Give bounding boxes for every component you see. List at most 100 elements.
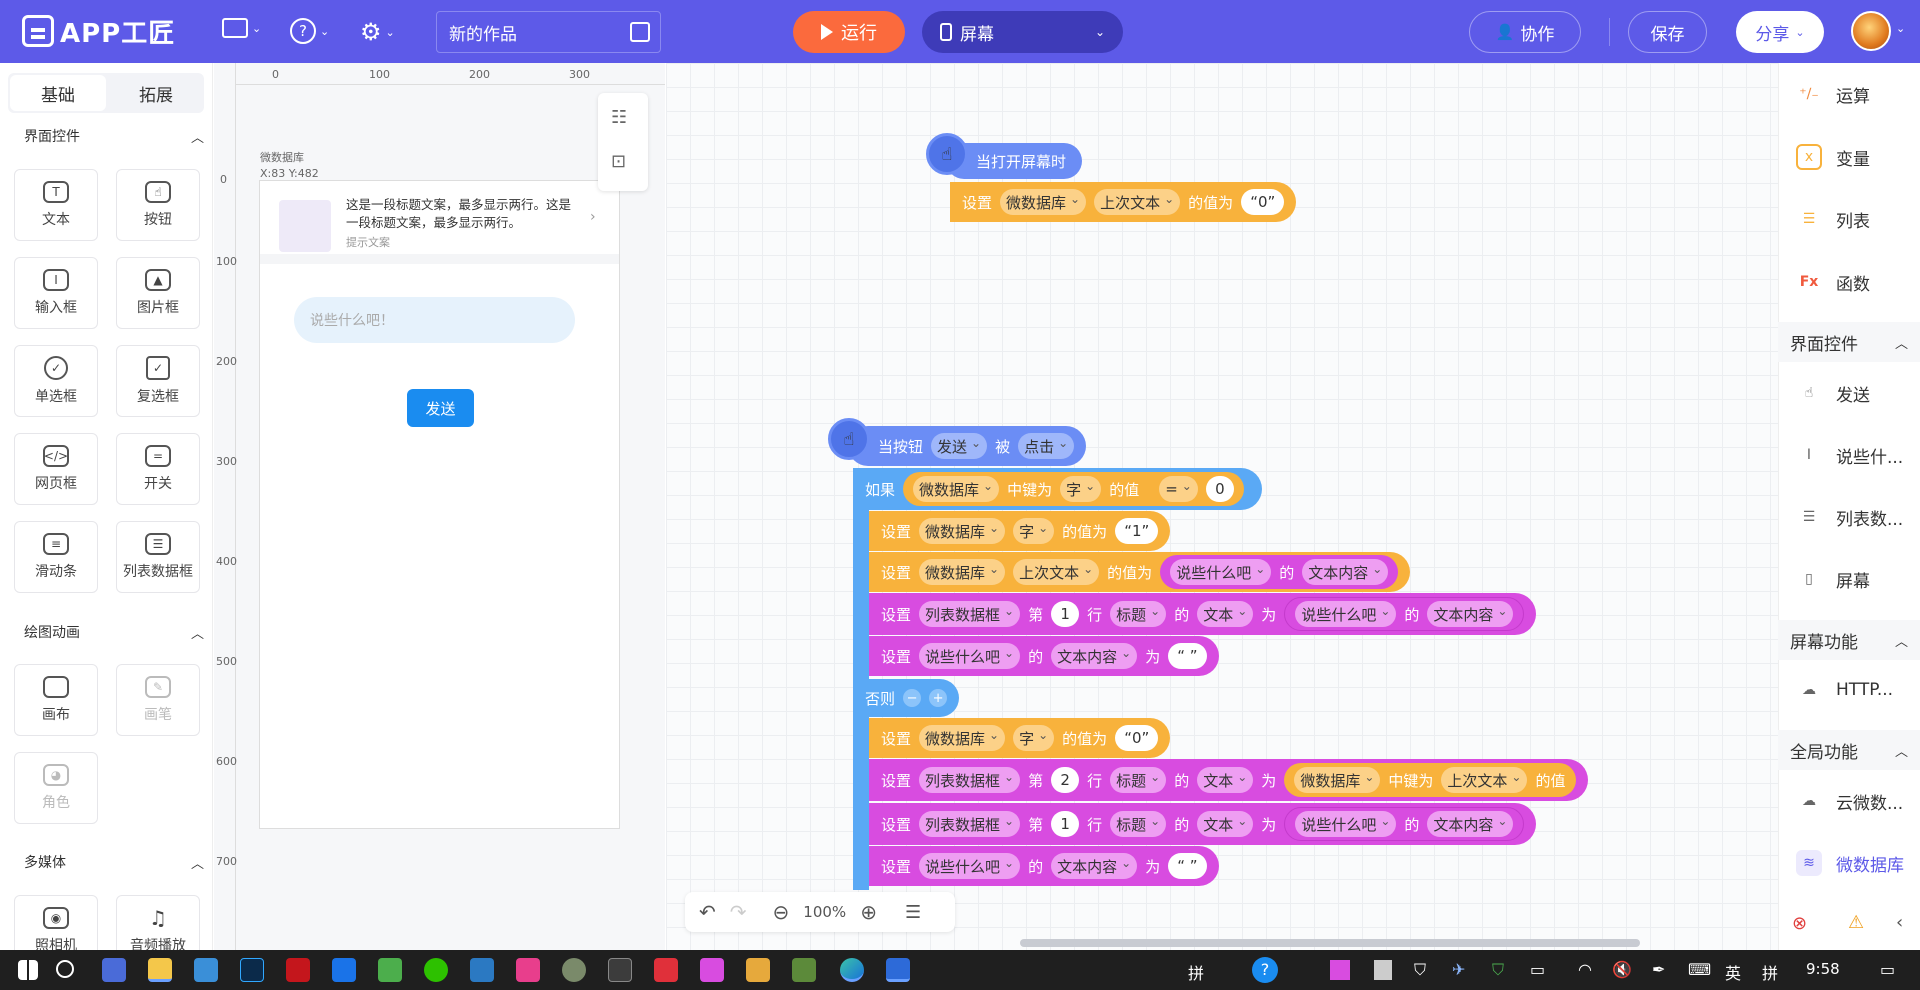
block-set-list-1[interactable]: 设置 列表数据框 第 1 行 标题 的 文本 为 说些什么吧 的 文本内容 [869,593,1537,635]
zoom-out-icon[interactable]: ⊖ [773,900,790,924]
row-field[interactable]: 2 [1051,767,1080,793]
comp-radio[interactable]: ✓ 单选框 [14,345,98,417]
pen-icon[interactable]: ✒ [1652,960,1665,979]
section-ui-controls[interactable]: 界面控件 ︿ [24,126,204,146]
row-field[interactable]: 1 [1051,811,1080,837]
plus-icon[interactable]: + [929,689,948,707]
component-dropdown[interactable]: 说些什么吧 [919,643,1021,669]
save-button[interactable]: 保存 [1628,11,1707,53]
align-icon[interactable]: ☰ [905,902,921,923]
battery-icon[interactable]: ▭ [1530,960,1545,979]
block-set-text-2[interactable]: 设置 说些什么吧 的 文本内容 为 “ ” [869,846,1219,886]
warning-icon[interactable]: ⚠ [1848,912,1864,933]
undo-icon[interactable]: ↶ [699,900,716,924]
app-icon[interactable] [194,958,218,982]
help-icon[interactable]: ? [1252,957,1278,983]
app-icon[interactable] [102,958,126,982]
explorer-icon[interactable] [148,958,172,982]
category-functions[interactable]: Fx 函数 [1778,252,1920,312]
value-field[interactable]: “ ” [1168,643,1207,669]
share-button[interactable]: 分享 ⌄ [1736,11,1824,53]
comp-canvas[interactable]: 画布 [14,664,98,736]
calculator-icon[interactable] [608,958,632,982]
value-field[interactable]: “1” [1115,518,1159,544]
section-ui-controls-right[interactable]: 界面控件 ︿ [1778,322,1920,362]
comp-webview[interactable]: </> 网页框 [14,433,98,505]
category-micro-db[interactable]: ≋ 微数据库 [1778,833,1920,893]
component-dropdown[interactable]: 说些什么吧 [919,853,1021,879]
zoom-in-icon[interactable]: ⊕ [860,900,877,924]
settings-menu[interactable]: ⚙ ⌄ [360,18,395,46]
help-menu[interactable]: ? ⌄ [290,18,329,44]
comp-audio[interactable]: ♫ 音频播放 [116,895,200,950]
block-set-db-1[interactable]: 设置 微数据库 字 的值为 “1” [869,511,1171,551]
property-dropdown[interactable]: 文本 [1197,811,1254,837]
property-dropdown[interactable]: 文本内容 [1427,601,1514,627]
property-dropdown[interactable]: 文本内容 [1051,853,1138,879]
section-screen-functions[interactable]: 屏幕功能 ︿ [1778,620,1920,660]
file-menu[interactable]: ⌄ [222,18,261,38]
property-dropdown[interactable]: 文本内容 [1051,643,1138,669]
tray-icon[interactable]: ✈ [1452,960,1465,979]
collapse-icon[interactable]: ‹ [1896,912,1903,933]
screen-select[interactable]: 屏幕 ⌄ [922,11,1123,53]
comp-checkbox[interactable]: ✓ 复选框 [116,345,200,417]
db-dropdown[interactable]: 微数据库 [919,559,1006,585]
app-icon[interactable] [470,958,494,982]
key-dropdown[interactable]: 上次文本 [1094,189,1181,215]
field-dropdown[interactable]: 标题 [1110,811,1167,837]
property-dropdown[interactable]: 文本 [1197,601,1254,627]
category-lists[interactable]: ☰ 列表 [1778,189,1920,249]
horizontal-scrollbar[interactable] [1020,939,1640,947]
app-icon[interactable] [886,958,910,982]
tab-basic[interactable]: 基础 [10,75,106,111]
comp-slider[interactable]: ≡ 滑动条 [14,521,98,593]
block-set-db-3[interactable]: 设置 微数据库 字 的值为 “0” [869,718,1171,758]
app-icon[interactable] [654,958,678,982]
component-dropdown[interactable]: 列表数据框 [919,767,1021,793]
section-global-functions[interactable]: 全局功能 ︿ [1778,730,1920,770]
comp-input[interactable]: I 输入框 [14,257,98,329]
error-icon[interactable]: ⊗ [1792,913,1807,934]
app-icon[interactable] [332,958,356,982]
ime-mode[interactable]: 英 [1725,960,1741,984]
key-dropdown[interactable]: 上次文本 [1013,559,1100,585]
db-dropdown[interactable]: 微数据库 [919,518,1006,544]
adjust-icon[interactable]: ☷ [611,107,627,128]
box-icon[interactable]: ⊡ [611,151,626,172]
message-input[interactable]: 说些什么吧！ [294,297,575,343]
action-dropdown[interactable]: 点击 [1018,433,1075,459]
comp-listview[interactable]: ☰ 列表数据框 [116,521,200,593]
category-send-button[interactable]: ☝ 发送 [1778,363,1920,423]
block-else[interactable]: 否则 − + [853,679,960,717]
chevron-down-icon[interactable]: ⌄ [1896,22,1905,35]
volume-icon[interactable]: 🔇 [1612,960,1632,979]
block-set-list-3[interactable]: 设置 列表数据框 第 1 行 标题 的 文本 为 说些什么吧 的 文本内容 [869,803,1537,845]
key-dropdown[interactable]: 字 [1060,476,1102,502]
windows-start-icon[interactable] [18,960,38,980]
key-dropdown[interactable]: 字 [1013,518,1055,544]
operator-dropdown[interactable]: = [1159,476,1198,502]
app-icon[interactable] [378,958,402,982]
clock[interactable]: 9:58 [1806,960,1840,978]
block-if[interactable]: 如果 微数据库 中键为 字 的值 = 0 [853,468,1262,510]
property-dropdown[interactable]: 文本内容 [1427,811,1514,837]
app-logo[interactable]: APP工匠 [22,13,175,49]
field-dropdown[interactable]: 标题 [1110,601,1167,627]
block-set-list-2[interactable]: 设置 列表数据框 第 2 行 标题 的 文本 为 微数据库 中键为 上次文本 的… [869,759,1588,801]
shield-icon[interactable]: ⛉ [1492,960,1504,980]
ime-icon[interactable]: 拼 [1188,960,1204,984]
db-component-label[interactable]: 微数据库 [260,149,304,165]
value-field[interactable]: “0” [1115,725,1159,751]
tray-icon[interactable] [1374,960,1392,980]
comp-sprite[interactable]: ◕ 角色 [14,752,98,824]
photoshop-icon[interactable] [240,958,264,982]
pdf-icon[interactable] [286,958,310,982]
value-field[interactable]: 0 [1205,476,1234,502]
send-button[interactable]: 发送 [407,389,474,427]
notification-icon[interactable]: ▭ [1880,960,1895,979]
component-dropdown[interactable]: 说些什么吧 [1170,559,1272,585]
value-field[interactable]: “ ” [1168,853,1207,879]
run-button[interactable]: 运行 [793,11,905,53]
comp-text[interactable]: T 文本 [14,169,98,241]
